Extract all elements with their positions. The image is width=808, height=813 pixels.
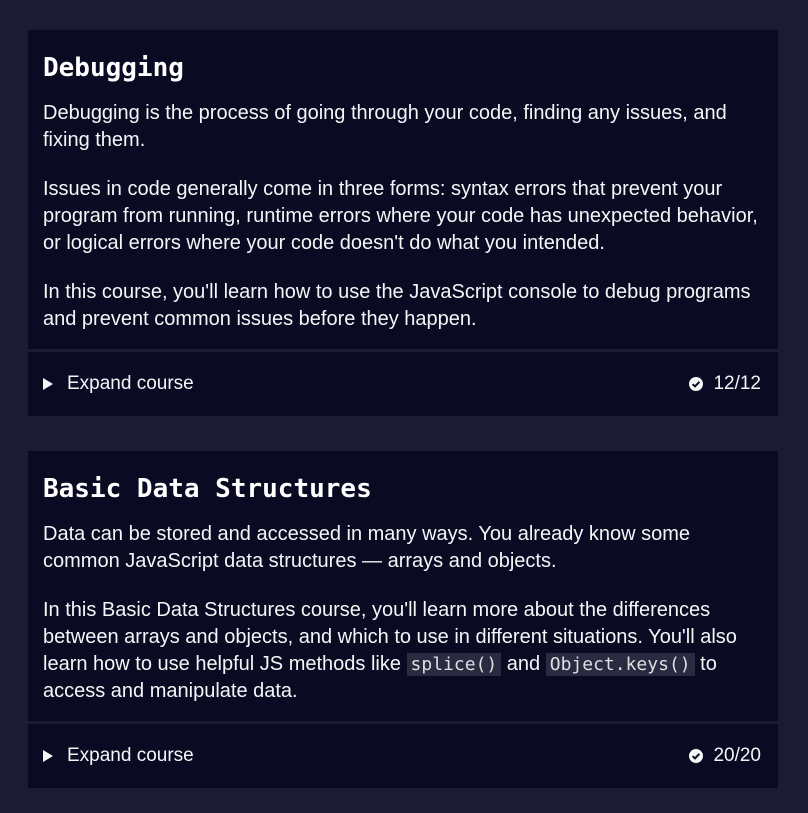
course-body: Debugging Debugging is the process of go… [28, 30, 778, 349]
check-circle-icon [689, 377, 704, 391]
expand-course-button[interactable]: Expand course [43, 373, 194, 395]
course-paragraph: In this course, you'll learn how to use … [43, 281, 751, 330]
caret-right-icon [43, 378, 53, 390]
course-paragraph: In this Basic Data Structures course, yo… [43, 597, 763, 705]
course-footer: Expand course 20/20 [28, 724, 778, 788]
course-footer: Expand course 12/12 [28, 352, 778, 416]
paragraph-text: and [501, 653, 546, 675]
course-paragraph: Debugging is the process of going throug… [43, 102, 727, 151]
expand-course-button[interactable]: Expand course [43, 745, 194, 767]
inline-code-object-keys: Object.keys() [545, 653, 695, 676]
course-card-basic-data-structures: Basic Data Structures Data can be stored… [28, 451, 778, 788]
progress-count: 12/12 [713, 373, 761, 394]
check-circle-icon [689, 749, 704, 763]
progress-count: 20/20 [713, 745, 761, 766]
caret-right-icon [43, 750, 53, 762]
course-paragraph: Data can be stored and accessed in many … [43, 523, 691, 572]
inline-code-splice: splice() [406, 653, 502, 676]
course-paragraph: Issues in code generally come in three f… [43, 178, 758, 254]
course-title: Basic Data Structures [43, 474, 372, 504]
expand-course-label: Expand course [67, 373, 194, 394]
course-body: Basic Data Structures Data can be stored… [28, 451, 778, 721]
expand-course-label: Expand course [67, 745, 194, 766]
course-description: Debugging is the process of going throug… [43, 100, 763, 333]
course-progress: 12/12 [689, 373, 761, 395]
course-card-debugging: Debugging Debugging is the process of go… [28, 30, 778, 416]
course-title: Debugging [43, 53, 184, 83]
course-description: Data can be stored and accessed in many … [43, 521, 763, 705]
course-progress: 20/20 [689, 745, 761, 767]
